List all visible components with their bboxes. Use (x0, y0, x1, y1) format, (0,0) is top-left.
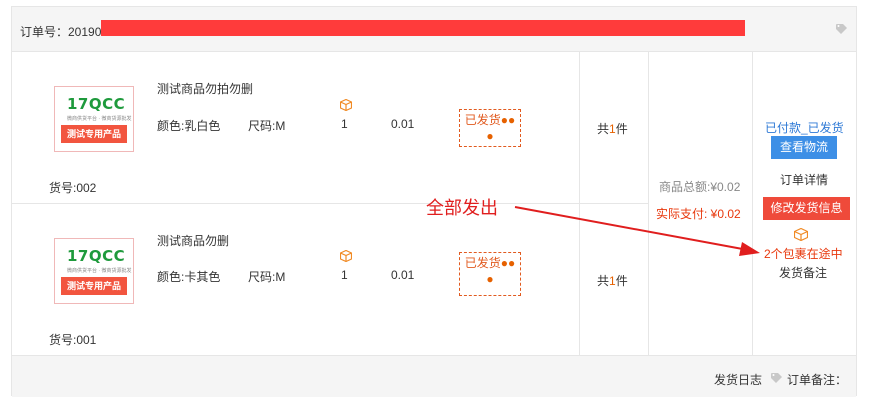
annotation-arrow (514, 206, 760, 256)
